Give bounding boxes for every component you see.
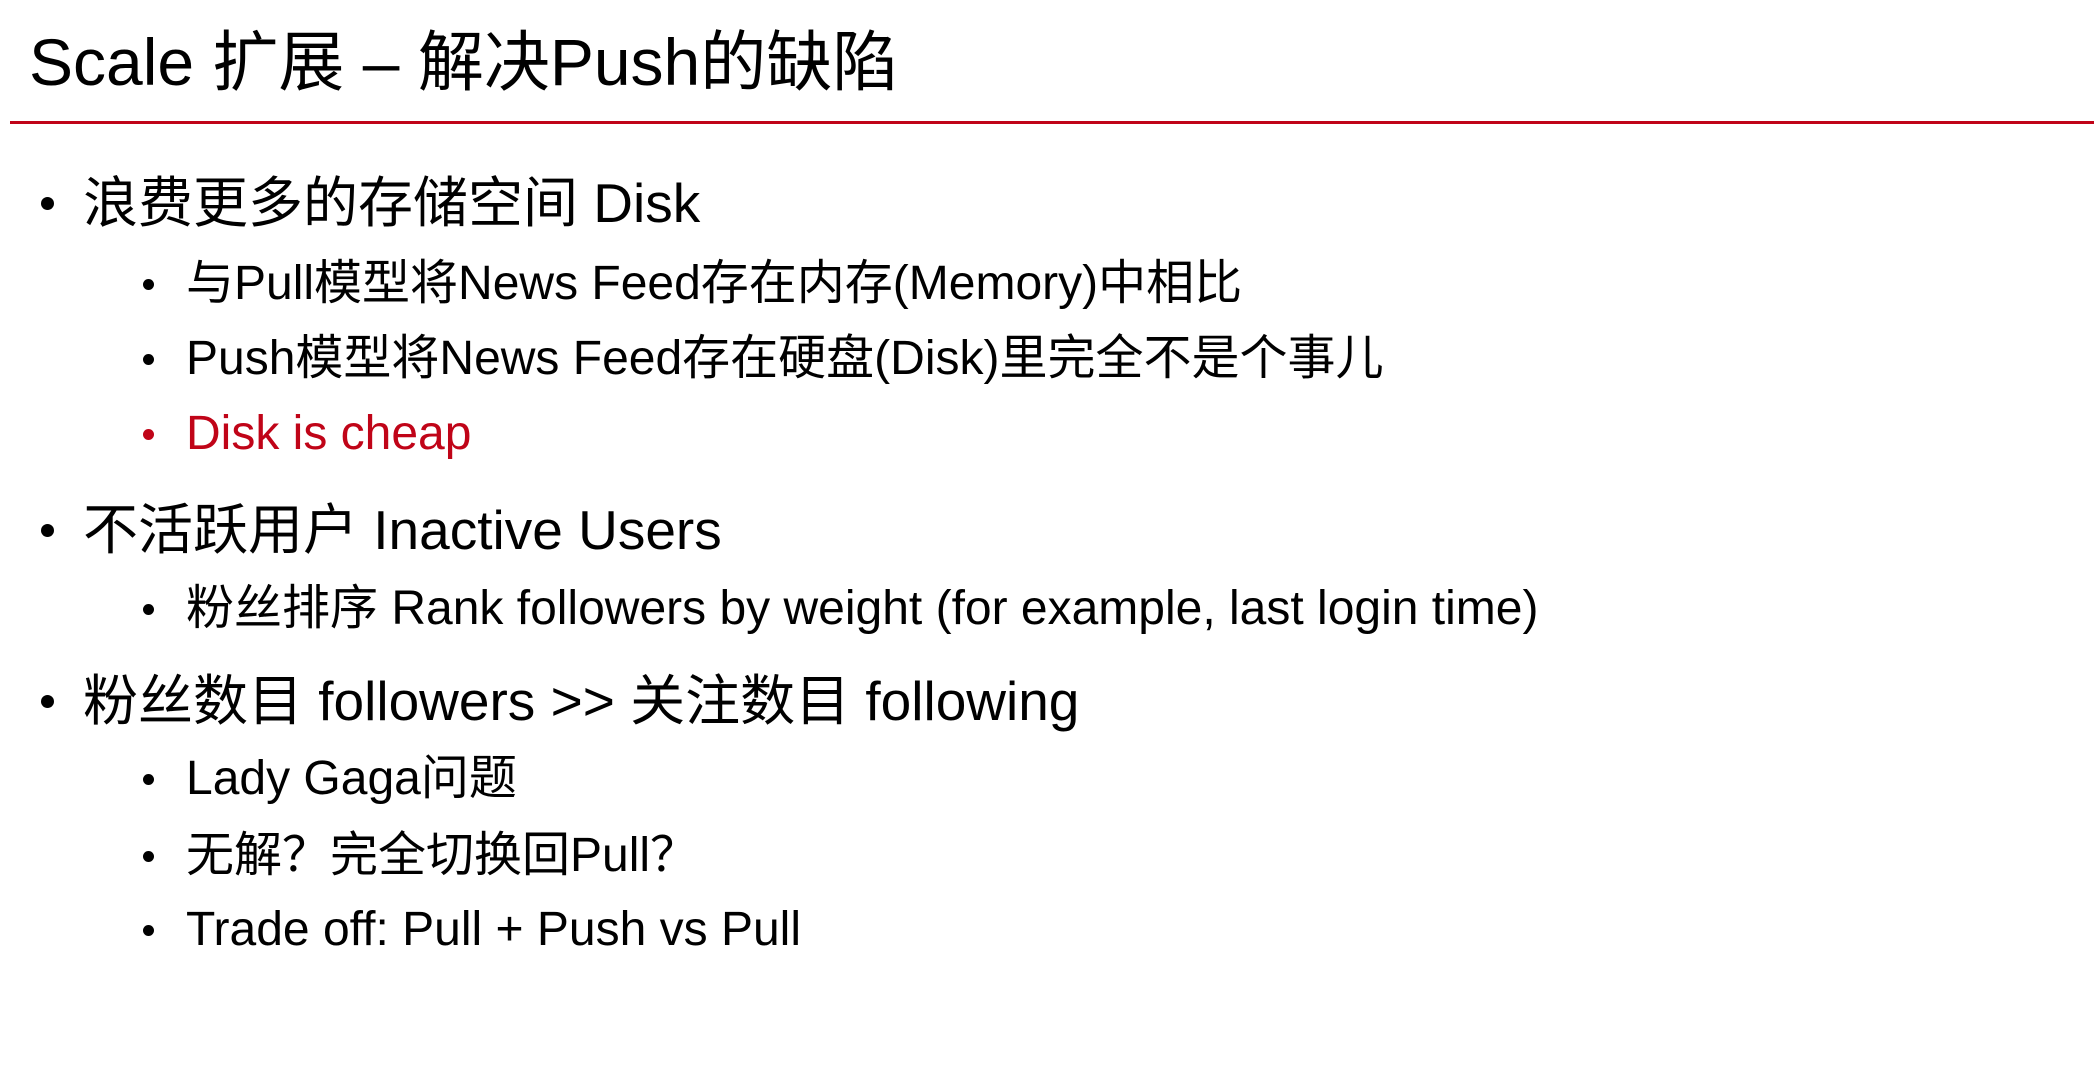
bullet-dot-icon (143, 851, 154, 862)
bullet-level2: 无解？完全切换回Pull？ (143, 827, 699, 885)
bullet-dot-icon (41, 197, 54, 210)
bullet-text: Trade off: Pull + Push vs Pull (186, 903, 801, 956)
bullet-text: 粉丝排序 Rank followers by weight (for examp… (186, 582, 1539, 635)
bullet-dot-icon (143, 429, 154, 440)
bullet-dot-icon (143, 354, 154, 365)
bullet-dot-icon (143, 925, 154, 936)
bullet-dot-icon (143, 604, 154, 615)
bullet-text: 浪费更多的存储空间 Disk (83, 172, 701, 234)
bullet-text: Lady Gaga问题 (186, 752, 517, 805)
bullet-level1: 不活跃用户 Inactive Users (41, 497, 722, 563)
bullet-dot-icon (143, 279, 154, 290)
bullet-text: Push模型将News Feed存在硬盘(Disk)里完全不是个事儿 (186, 332, 1384, 385)
bullet-level2: Lady Gaga问题 (143, 750, 517, 808)
bullet-text-highlight: Disk is cheap (186, 407, 472, 460)
slide-title: Scale 扩展 – 解决Push的缺陷 (29, 25, 899, 99)
bullet-dot-icon (41, 524, 54, 537)
title-divider (10, 121, 2094, 124)
bullet-dot-icon (143, 774, 154, 785)
bullet-level2: 粉丝排序 Rank followers by weight (for examp… (143, 580, 1539, 638)
bullet-level2: Trade off: Pull + Push vs Pull (143, 901, 801, 959)
bullet-level2: 与Pull模型将News Feed存在内存(Memory)中相比 (143, 255, 1243, 313)
bullet-text: 无解？完全切换回Pull？ (186, 829, 699, 882)
bullet-level1: 浪费更多的存储空间 Disk (41, 170, 701, 236)
bullet-level1: 粉丝数目 followers >> 关注数目 following (41, 668, 1080, 734)
bullet-text: 粉丝数目 followers >> 关注数目 following (83, 670, 1080, 732)
bullet-dot-icon (41, 695, 54, 708)
bullet-level2: Push模型将News Feed存在硬盘(Disk)里完全不是个事儿 (143, 330, 1384, 388)
bullet-level2-highlight: Disk is cheap (143, 405, 472, 463)
bullet-text: 与Pull模型将News Feed存在内存(Memory)中相比 (186, 257, 1243, 310)
bullet-text: 不活跃用户 Inactive Users (83, 499, 722, 561)
